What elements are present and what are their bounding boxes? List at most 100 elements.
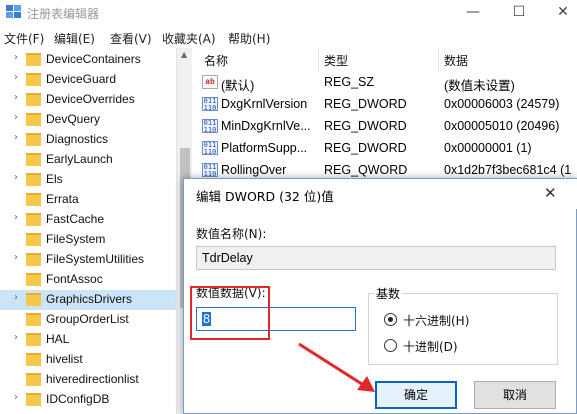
radio-decimal[interactable] bbox=[384, 339, 397, 352]
folder-icon bbox=[26, 193, 41, 206]
menu-favorites[interactable]: 收藏夹(A) bbox=[162, 30, 216, 47]
column-separator[interactable] bbox=[318, 48, 319, 72]
tree-item-label: IDConfigDB bbox=[46, 392, 110, 406]
menu-help[interactable]: 帮助(H) bbox=[228, 30, 270, 47]
column-header-type[interactable]: 类型 bbox=[324, 52, 348, 69]
tree-item[interactable]: hiveredirectionlist bbox=[0, 370, 176, 390]
folder-icon bbox=[26, 333, 41, 346]
value-name-cell: PlatformSupp... bbox=[221, 141, 308, 155]
tree-item[interactable]: Errata bbox=[0, 190, 176, 210]
menu-file[interactable]: 文件(F) bbox=[4, 30, 44, 47]
tree-item[interactable]: › DevQuery bbox=[0, 110, 176, 130]
value-name-cell: DxgKrnlVersion bbox=[221, 97, 308, 111]
binary-value-icon: 011 110 bbox=[202, 163, 218, 178]
tree-item[interactable]: › DeviceGuard bbox=[0, 70, 176, 90]
value-row[interactable]: ab (默认) REG_SZ (数值未设置) bbox=[194, 72, 577, 94]
tree-item-label: DevQuery bbox=[46, 112, 101, 126]
binary-value-icon: 011 110 bbox=[202, 119, 218, 134]
annotation-highlight-box bbox=[190, 286, 270, 340]
expand-arrow-icon[interactable]: › bbox=[14, 112, 18, 123]
folder-icon bbox=[26, 213, 41, 226]
ok-button[interactable]: 确定 bbox=[375, 381, 457, 409]
value-data-cell: 0x00000001 (1) bbox=[444, 141, 532, 155]
value-name-cell: (默认) bbox=[221, 79, 255, 93]
tree-item[interactable]: GroupOrderList bbox=[0, 310, 176, 330]
tree-item-label: FontAssoc bbox=[46, 272, 103, 286]
maximize-button[interactable]: ☐ bbox=[508, 2, 530, 22]
tree-item[interactable]: › GraphicsDrivers bbox=[0, 290, 176, 310]
radio-decimal-label[interactable]: 十进制(D) bbox=[403, 338, 458, 355]
column-header-data[interactable]: 数据 bbox=[444, 52, 468, 69]
value-type-cell: REG_SZ bbox=[324, 75, 375, 89]
menu-view[interactable]: 查看(V) bbox=[110, 30, 152, 47]
tree-item-label: HAL bbox=[46, 332, 70, 346]
expand-arrow-icon[interactable]: › bbox=[14, 212, 18, 223]
cancel-button[interactable]: 取消 bbox=[474, 381, 556, 409]
folder-icon bbox=[26, 93, 41, 106]
folder-icon bbox=[26, 353, 41, 366]
close-window-button[interactable]: ✕ bbox=[552, 2, 574, 22]
folder-icon bbox=[26, 273, 41, 286]
column-header-name[interactable]: 名称 bbox=[204, 52, 228, 69]
tree-item[interactable]: FontAssoc bbox=[0, 270, 176, 290]
tree-item[interactable]: › FastCache bbox=[0, 210, 176, 230]
annotation-arrow-icon bbox=[298, 342, 375, 392]
dialog-title: 编辑 DWORD (32 位)值 bbox=[196, 189, 334, 204]
tree-item-label: DeviceGuard bbox=[46, 72, 117, 86]
expand-arrow-icon[interactable]: › bbox=[14, 392, 18, 403]
tree-item-label: FileSystemUtilities bbox=[46, 252, 145, 266]
minimize-button[interactable]: — bbox=[462, 2, 484, 22]
value-row[interactable]: 011 110 DxgKrnlVersion REG_DWORD 0x00006003… bbox=[194, 94, 577, 116]
tree-item-label: DeviceOverrides bbox=[46, 92, 135, 106]
value-row[interactable]: 011 110 PlatformSupp... REG_DWORD 0x0000000… bbox=[194, 138, 577, 160]
tree-item-label: FileSystem bbox=[46, 232, 106, 246]
tree-item[interactable]: › DeviceContainers bbox=[0, 50, 176, 70]
tree-item-label: FastCache bbox=[46, 212, 105, 226]
expand-arrow-icon[interactable]: › bbox=[14, 252, 18, 263]
column-separator[interactable] bbox=[438, 48, 439, 72]
expand-arrow-icon[interactable]: › bbox=[14, 92, 18, 103]
tree-item[interactable]: › IDConfigDB bbox=[0, 390, 176, 410]
tree-item[interactable]: › HAL bbox=[0, 330, 176, 350]
expand-arrow-icon[interactable]: › bbox=[14, 172, 18, 183]
tree-item[interactable]: › FileSystemUtilities bbox=[0, 250, 176, 270]
tree-item[interactable]: EarlyLaunch bbox=[0, 150, 176, 170]
value-type-cell: REG_DWORD bbox=[324, 97, 407, 111]
folder-icon bbox=[26, 233, 41, 246]
expand-arrow-icon[interactable]: › bbox=[14, 292, 18, 303]
folder-icon bbox=[26, 113, 41, 126]
expand-arrow-icon[interactable]: › bbox=[14, 132, 18, 143]
value-data-cell: 0x1d2b7f3bec681c4 (1 bbox=[444, 163, 572, 177]
string-value-icon: ab bbox=[202, 75, 218, 89]
folder-icon bbox=[26, 173, 41, 186]
radio-hexadecimal[interactable] bbox=[384, 313, 397, 326]
window-title: 注册表编辑器 bbox=[27, 7, 100, 21]
value-name-field: TdrDelay bbox=[196, 246, 556, 270]
radio-hexadecimal-label[interactable]: 十六进制(H) bbox=[403, 312, 469, 329]
tree-item-label: Els bbox=[46, 172, 63, 186]
tree-item-label: hivelist bbox=[46, 352, 83, 366]
base-groupbox bbox=[368, 293, 558, 365]
tree-item-label: GraphicsDrivers bbox=[46, 292, 133, 306]
tree-item[interactable]: › Diagnostics bbox=[0, 130, 176, 150]
value-data-cell: (数值未设置) bbox=[444, 79, 515, 93]
expand-arrow-icon[interactable]: › bbox=[14, 72, 18, 83]
registry-key-tree[interactable]: › DeviceContainers › DeviceGuard › DeviceOver… bbox=[0, 48, 192, 414]
menu-edit[interactable]: 编辑(E) bbox=[54, 30, 95, 47]
tree-item[interactable]: FileSystem bbox=[0, 230, 176, 250]
tree-item[interactable]: › DeviceOverrides bbox=[0, 90, 176, 110]
tree-item[interactable]: › Els bbox=[0, 170, 176, 190]
expand-arrow-icon[interactable]: › bbox=[14, 332, 18, 343]
folder-icon bbox=[26, 133, 41, 146]
folder-icon bbox=[26, 253, 41, 266]
scroll-up-arrow-icon[interactable]: ▲ bbox=[181, 50, 187, 59]
value-row[interactable]: 011 110 MinDxgKrnlVe... REG_DWORD 0x0000501… bbox=[194, 116, 577, 138]
value-type-cell: REG_DWORD bbox=[324, 119, 407, 133]
value-name-label: 数值名称(N): bbox=[196, 227, 267, 241]
value-type-cell: REG_QWORD bbox=[324, 163, 408, 177]
dialog-close-icon[interactable]: ✕ bbox=[544, 184, 557, 202]
binary-value-icon: 011 110 bbox=[202, 141, 218, 156]
tree-item-label: Errata bbox=[46, 192, 79, 206]
expand-arrow-icon[interactable]: › bbox=[14, 52, 18, 63]
tree-item[interactable]: hivelist bbox=[0, 350, 176, 370]
